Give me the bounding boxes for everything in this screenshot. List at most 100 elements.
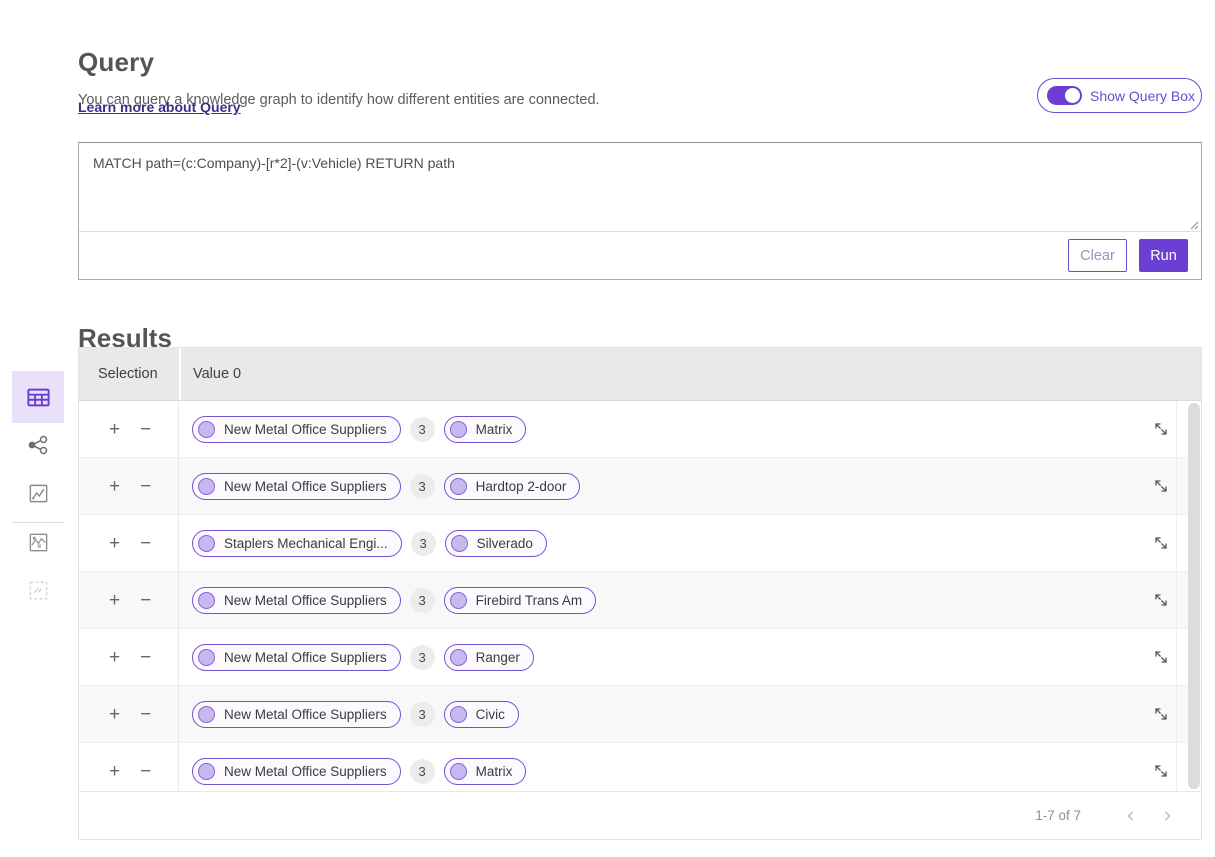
add-selection-button[interactable]: + bbox=[109, 420, 120, 439]
vertex-dot-icon bbox=[198, 421, 215, 438]
add-selection-button[interactable]: + bbox=[109, 648, 120, 667]
hop-count-badge: 3 bbox=[410, 759, 435, 784]
table-row: + − New Metal Office Suppliers 3 Matrix bbox=[79, 401, 1201, 458]
value-cell: New Metal Office Suppliers 3 Ranger bbox=[179, 629, 1141, 685]
hop-count-badge: 3 bbox=[410, 417, 435, 442]
entity-pill-company[interactable]: Staplers Mechanical Engi... bbox=[192, 530, 402, 557]
custom-view-icon bbox=[27, 579, 50, 602]
entity-pill-company[interactable]: New Metal Office Suppliers bbox=[192, 701, 401, 728]
remove-selection-button[interactable]: − bbox=[140, 591, 151, 610]
resize-handle-icon[interactable] bbox=[1188, 219, 1199, 230]
table-row: + − New Metal Office Suppliers 3 Firebir… bbox=[79, 572, 1201, 629]
vertex-dot-icon bbox=[198, 706, 215, 723]
toggle-switch-icon[interactable] bbox=[1047, 86, 1082, 105]
toggle-label: Show Query Box bbox=[1090, 88, 1195, 104]
entity-label: Civic bbox=[476, 707, 505, 722]
column-header-selection: Selection bbox=[79, 366, 179, 382]
expand-icon bbox=[1152, 762, 1170, 780]
scrollbar-thumb[interactable] bbox=[1188, 403, 1200, 789]
selection-cell: + − bbox=[79, 743, 179, 791]
hop-count-badge: 3 bbox=[410, 588, 435, 613]
vertex-dot-icon bbox=[198, 478, 215, 495]
entity-pill-company[interactable]: New Metal Office Suppliers bbox=[192, 758, 401, 785]
previous-page-button[interactable] bbox=[1119, 804, 1143, 828]
sidebar-item-graph-view[interactable] bbox=[12, 423, 64, 467]
vertex-dot-icon bbox=[450, 421, 467, 438]
entity-pill-vehicle[interactable]: Firebird Trans Am bbox=[444, 587, 597, 614]
hop-count-badge: 3 bbox=[411, 531, 436, 556]
query-box: MATCH path=(c:Company)-[r*2]-(v:Vehicle)… bbox=[78, 142, 1202, 280]
expand-column-divider bbox=[1176, 401, 1177, 791]
add-selection-button[interactable]: + bbox=[109, 477, 120, 496]
table-view-icon bbox=[25, 384, 52, 411]
entity-label: Staplers Mechanical Engi... bbox=[224, 536, 388, 551]
sidebar-item-map-view[interactable] bbox=[12, 520, 64, 564]
entity-label: New Metal Office Suppliers bbox=[224, 422, 387, 437]
selection-cell: + − bbox=[79, 572, 179, 628]
remove-selection-button[interactable]: − bbox=[140, 477, 151, 496]
add-selection-button[interactable]: + bbox=[109, 534, 120, 553]
expand-result-button[interactable] bbox=[1141, 686, 1181, 742]
graph-view-icon bbox=[26, 433, 50, 457]
add-selection-button[interactable]: + bbox=[109, 591, 120, 610]
value-cell: New Metal Office Suppliers 3 Matrix bbox=[179, 743, 1141, 791]
add-selection-button[interactable]: + bbox=[109, 762, 120, 781]
map-view-icon bbox=[27, 531, 50, 554]
vertex-dot-icon bbox=[198, 592, 215, 609]
table-body: + − New Metal Office Suppliers 3 Matrix … bbox=[79, 401, 1201, 791]
vertical-scrollbar[interactable] bbox=[1188, 401, 1201, 791]
entity-pill-company[interactable]: New Metal Office Suppliers bbox=[192, 587, 401, 614]
table-row: + − New Metal Office Suppliers 3 Ranger bbox=[79, 629, 1201, 686]
entity-pill-company[interactable]: New Metal Office Suppliers bbox=[192, 644, 401, 671]
remove-selection-button[interactable]: − bbox=[140, 420, 151, 439]
remove-selection-button[interactable]: − bbox=[140, 705, 151, 724]
remove-selection-button[interactable]: − bbox=[140, 762, 151, 781]
selection-cell: + − bbox=[79, 401, 179, 457]
hop-count-badge: 3 bbox=[410, 702, 435, 727]
expand-result-button[interactable] bbox=[1141, 629, 1181, 685]
entity-pill-vehicle[interactable]: Matrix bbox=[444, 758, 527, 785]
run-button[interactable]: Run bbox=[1139, 239, 1188, 272]
entity-pill-company[interactable]: New Metal Office Suppliers bbox=[192, 473, 401, 500]
entity-label: Matrix bbox=[476, 764, 513, 779]
vertex-dot-icon bbox=[198, 649, 215, 666]
expand-result-button[interactable] bbox=[1141, 743, 1181, 791]
vertex-dot-icon bbox=[450, 649, 467, 666]
table-row: + − New Metal Office Suppliers 3 Civic bbox=[79, 686, 1201, 743]
expand-result-button[interactable] bbox=[1141, 572, 1181, 628]
remove-selection-button[interactable]: − bbox=[140, 534, 151, 553]
add-selection-button[interactable]: + bbox=[109, 705, 120, 724]
table-row: + − New Metal Office Suppliers 3 Matrix bbox=[79, 743, 1201, 791]
sidebar-item-chart-view[interactable] bbox=[12, 471, 64, 515]
query-input[interactable]: MATCH path=(c:Company)-[r*2]-(v:Vehicle)… bbox=[79, 143, 1201, 231]
entity-pill-vehicle[interactable]: Matrix bbox=[444, 416, 527, 443]
table-header: Selection Value 0 bbox=[79, 348, 1201, 401]
expand-result-button[interactable] bbox=[1141, 401, 1181, 457]
remove-selection-button[interactable]: − bbox=[140, 648, 151, 667]
table-footer: 1-7 of 7 bbox=[79, 791, 1201, 839]
table-row: + − New Metal Office Suppliers 3 Hardtop… bbox=[79, 458, 1201, 515]
selection-cell: + − bbox=[79, 686, 179, 742]
show-query-box-toggle[interactable]: Show Query Box bbox=[1037, 78, 1202, 113]
entity-pill-vehicle[interactable]: Civic bbox=[444, 701, 519, 728]
vertex-dot-icon bbox=[450, 592, 467, 609]
expand-result-button[interactable] bbox=[1141, 515, 1181, 571]
entity-label: New Metal Office Suppliers bbox=[224, 593, 387, 608]
learn-more-link[interactable]: Learn more about Query bbox=[78, 99, 241, 115]
chevron-right-icon bbox=[1160, 809, 1174, 823]
entity-label: Firebird Trans Am bbox=[476, 593, 583, 608]
sidebar-item-table-view[interactable] bbox=[12, 371, 64, 423]
entity-pill-vehicle[interactable]: Hardtop 2-door bbox=[444, 473, 581, 500]
value-cell: New Metal Office Suppliers 3 Civic bbox=[179, 686, 1141, 742]
page-title: Query bbox=[78, 47, 154, 78]
entity-pill-company[interactable]: New Metal Office Suppliers bbox=[192, 416, 401, 443]
expand-icon bbox=[1152, 534, 1170, 552]
entity-pill-vehicle[interactable]: Silverado bbox=[445, 530, 547, 557]
clear-button[interactable]: Clear bbox=[1068, 239, 1127, 272]
entity-pill-vehicle[interactable]: Ranger bbox=[444, 644, 534, 671]
entity-label: Hardtop 2-door bbox=[476, 479, 567, 494]
entity-label: New Metal Office Suppliers bbox=[224, 650, 387, 665]
expand-result-button[interactable] bbox=[1141, 458, 1181, 514]
next-page-button[interactable] bbox=[1155, 804, 1179, 828]
value-cell: New Metal Office Suppliers 3 Firebird Tr… bbox=[179, 572, 1141, 628]
